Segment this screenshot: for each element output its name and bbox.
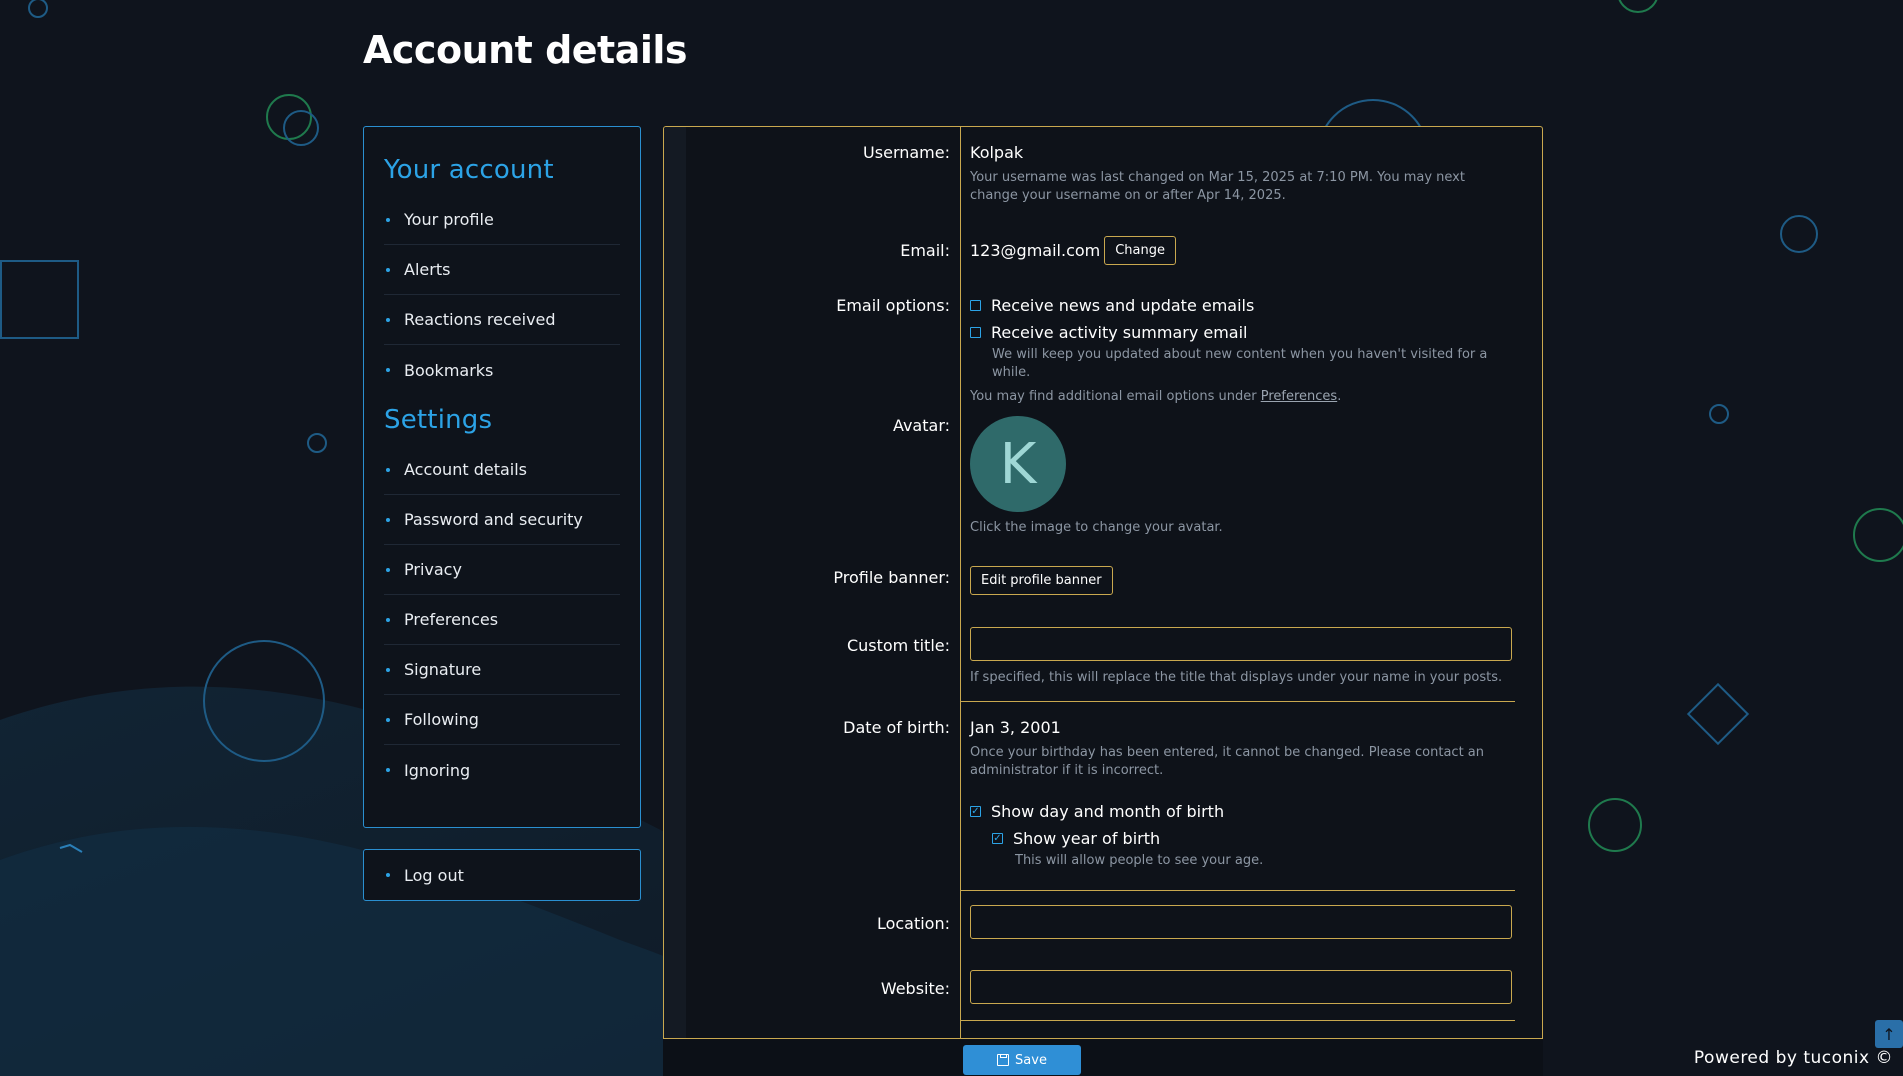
page-title: Account details <box>363 28 688 72</box>
show-day-month-option[interactable]: ✓ Show day and month of birth <box>970 798 1514 825</box>
more-options-suffix: . <box>1337 389 1342 404</box>
profile-banner-label: Profile banner: <box>833 568 950 587</box>
news-emails-option[interactable]: Receive news and update emails <box>970 292 1514 319</box>
sidebar-item-label: Alerts <box>404 260 451 279</box>
sidebar-heading-settings: Settings <box>384 405 493 435</box>
bullet-icon <box>386 517 390 522</box>
username-label: Username: <box>863 143 950 162</box>
email-label: Email: <box>900 241 950 260</box>
bullet-icon <box>386 617 390 622</box>
bullet-icon <box>386 317 390 322</box>
activity-summary-checkbox[interactable] <box>970 327 981 338</box>
section-divider <box>960 890 1515 891</box>
sidebar-item-label: Your profile <box>404 210 494 229</box>
bullet-icon <box>386 768 390 772</box>
avatar-hint: Click the image to change your avatar. <box>970 520 1223 535</box>
sidebar-item-privacy[interactable]: Privacy <box>384 545 620 595</box>
sidebar-item-bookmarks[interactable]: Bookmarks <box>384 345 620 395</box>
scroll-to-top-button[interactable]: ↑ <box>1875 1020 1903 1048</box>
edit-profile-banner-button[interactable]: Edit profile banner <box>970 566 1113 595</box>
show-year-checkbox[interactable]: ✓ <box>992 833 1003 844</box>
date-of-birth-value: Jan 3, 2001 <box>970 718 1061 737</box>
logout-button[interactable]: Log out <box>363 849 641 901</box>
bullet-icon <box>386 873 390 877</box>
activity-summary-label: Receive activity summary email <box>991 323 1248 342</box>
username-hint: Your username was last changed on Mar 15… <box>970 170 1465 203</box>
show-year-option[interactable]: ✓ Show year of birth <box>992 825 1514 852</box>
form-save-bar: Save <box>663 1038 1543 1076</box>
sidebar-item-label: Password and security <box>404 510 583 529</box>
sidebar-item-label: Ignoring <box>404 760 471 780</box>
bullet-icon <box>386 467 390 472</box>
show-day-month-label: Show day and month of birth <box>991 802 1225 821</box>
date-of-birth-label: Date of birth: <box>843 718 950 737</box>
sidebar-item-label: Preferences <box>404 610 499 629</box>
avatar-label: Avatar: <box>892 416 950 435</box>
custom-title-label: Custom title: <box>846 636 950 655</box>
email-options-label: Email options: <box>836 296 950 315</box>
news-emails-label: Receive news and update emails <box>991 296 1255 315</box>
arrow-up-icon: ↑ <box>1882 1024 1896 1044</box>
activity-summary-hint: We will keep you updated about new conte… <box>992 347 1488 380</box>
bullet-icon <box>386 368 390 372</box>
sidebar-item-signature[interactable]: Signature <box>384 645 620 695</box>
sidebar-item-label: Bookmarks <box>404 360 494 380</box>
bullet-icon <box>386 217 390 222</box>
email-value: 123@gmail.com <box>970 241 1101 260</box>
section-divider <box>960 1020 1515 1021</box>
sidebar-item-ignoring[interactable]: Ignoring <box>384 745 620 795</box>
custom-title-input[interactable] <box>970 627 1512 661</box>
save-button[interactable]: Save <box>963 1045 1081 1075</box>
powered-by-footer: Powered by tuconix © <box>1693 1048 1893 1068</box>
location-input[interactable] <box>970 905 1512 939</box>
show-year-label: Show year of birth <box>1013 829 1161 848</box>
sidebar-item-password-security[interactable]: Password and security <box>384 495 620 545</box>
date-of-birth-hint: Once your birthday has been entered, it … <box>970 745 1485 778</box>
avatar-image[interactable]: K <box>970 416 1066 512</box>
sidebar-heading-your-account: Your account <box>384 155 554 185</box>
label-column <box>664 127 961 1076</box>
section-divider <box>960 701 1515 702</box>
sidebar-section-settings: Settings Account details Password and se… <box>384 405 620 795</box>
floppy-disk-icon <box>997 1054 1010 1066</box>
bullet-icon <box>386 267 390 272</box>
sidebar-item-label: Reactions received <box>404 310 556 329</box>
website-label: Website: <box>880 979 950 998</box>
activity-summary-option[interactable]: Receive activity summary email <box>970 319 1514 346</box>
sidebar-item-label: Following <box>404 710 479 729</box>
sidebar-item-label: Signature <box>404 660 482 679</box>
logout-label: Log out <box>404 865 464 885</box>
sidebar-nav: Your account Your profile Alerts Reactio… <box>363 126 641 828</box>
preferences-link[interactable]: Preferences <box>1261 389 1337 404</box>
location-label: Location: <box>876 914 950 933</box>
email-options-more-hint: You may find additional email options un… <box>970 388 1514 406</box>
account-details-form: Username: Kolpak Your username was last … <box>663 126 1543 1076</box>
sidebar-item-account-details[interactable]: Account details <box>384 445 620 495</box>
sidebar-item-reactions-received[interactable]: Reactions received <box>384 295 620 345</box>
bullet-icon <box>386 667 390 672</box>
website-input[interactable] <box>970 970 1512 1004</box>
bullet-icon <box>386 567 390 572</box>
show-year-hint: This will allow people to see your age. <box>1015 853 1264 868</box>
change-email-button[interactable]: Change <box>1104 236 1177 265</box>
show-day-month-checkbox[interactable]: ✓ <box>970 806 981 817</box>
sidebar-section-your-account: Your account Your profile Alerts Reactio… <box>384 155 620 395</box>
sidebar-item-preferences[interactable]: Preferences <box>384 595 620 645</box>
custom-title-hint: If specified, this will replace the titl… <box>970 670 1503 685</box>
news-emails-checkbox[interactable] <box>970 300 981 311</box>
bullet-icon <box>386 717 390 722</box>
save-button-label: Save <box>1015 1052 1047 1068</box>
username-value: Kolpak <box>970 143 1024 162</box>
sidebar-item-alerts[interactable]: Alerts <box>384 245 620 295</box>
sidebar-item-label: Account details <box>404 460 527 479</box>
sidebar-item-label: Privacy <box>404 560 462 579</box>
sidebar-item-following[interactable]: Following <box>384 695 620 745</box>
more-options-text: You may find additional email options un… <box>970 389 1261 404</box>
sidebar-item-your-profile[interactable]: Your profile <box>384 195 620 245</box>
